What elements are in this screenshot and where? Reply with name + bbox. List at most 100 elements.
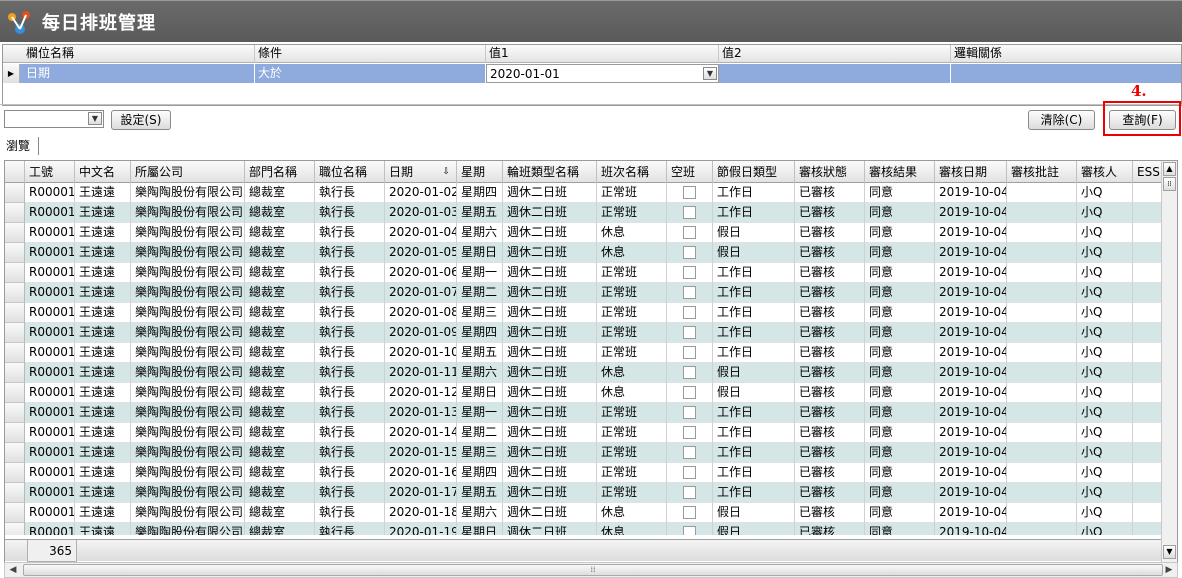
horizontal-scrollbar[interactable]: ◀ ⁞⁞ ▶ (4, 562, 1178, 578)
empty-shift-checkbox[interactable] (683, 266, 696, 279)
table-row[interactable]: R00001 王遠遠 樂陶陶股份有限公司 總裁室 執行長 2020-01-19 星期日 週休二… (5, 523, 1165, 535)
row-selector[interactable] (5, 403, 25, 423)
row-selector[interactable] (5, 303, 25, 323)
row-selector[interactable] (5, 483, 25, 503)
col-header-review-note[interactable]: 審核批註 (1007, 161, 1077, 183)
row-selector[interactable] (5, 323, 25, 343)
empty-shift-checkbox[interactable] (683, 286, 696, 299)
empty-shift-checkbox[interactable] (683, 386, 696, 399)
table-row[interactable]: R00001 王遠遠 樂陶陶股份有限公司 總裁室 執行長 2020-01-13 星期一 週休二… (5, 403, 1165, 423)
table-row[interactable]: R00001 王遠遠 樂陶陶股份有限公司 總裁室 執行長 2020-01-03 星期五 週休二… (5, 203, 1165, 223)
col-header-review-result[interactable]: 審核結果 (865, 161, 935, 183)
table-row[interactable]: R00001 王遠遠 樂陶陶股份有限公司 總裁室 執行長 2020-01-18 星期六 週休二… (5, 503, 1165, 523)
table-row[interactable]: R00001 王遠遠 樂陶陶股份有限公司 總裁室 執行長 2020-01-17 星期五 週休二… (5, 483, 1165, 503)
table-row[interactable]: R00001 王遠遠 樂陶陶股份有限公司 總裁室 執行長 2020-01-15 星期三 週休二… (5, 443, 1165, 463)
tab-browse[interactable]: 瀏覽 (6, 137, 40, 155)
cell-emp-id: R00001 (25, 443, 75, 463)
vertical-scrollbar[interactable]: ▲ ⁞⁞ ▼ (1161, 161, 1177, 563)
col-header-company[interactable]: 所屬公司 (131, 161, 245, 183)
scroll-thumb[interactable]: ⁞⁞ (23, 564, 1163, 576)
cell-empty-shift (667, 443, 713, 463)
table-row[interactable]: R00001 王遠遠 樂陶陶股份有限公司 總裁室 執行長 2020-01-07 星期二 週休二… (5, 283, 1165, 303)
col-header-shift-name[interactable]: 班次名稱 (597, 161, 667, 183)
col-header-holiday-type[interactable]: 節假日類型 (713, 161, 795, 183)
row-selector[interactable] (5, 203, 25, 223)
col-header-dept[interactable]: 部門名稱 (245, 161, 315, 183)
cell-company: 樂陶陶股份有限公司 (131, 503, 245, 523)
scroll-up-icon[interactable]: ▲ (1163, 162, 1176, 176)
table-row[interactable]: R00001 王遠遠 樂陶陶股份有限公司 總裁室 執行長 2020-01-02 星期四 週休二… (5, 183, 1165, 203)
col-header-weekday[interactable]: 星期 (457, 161, 503, 183)
empty-shift-checkbox[interactable] (683, 466, 696, 479)
empty-shift-checkbox[interactable] (683, 446, 696, 459)
table-row[interactable]: R00001 王遠遠 樂陶陶股份有限公司 總裁室 執行長 2020-01-16 星期四 週休二… (5, 463, 1165, 483)
row-selector[interactable] (5, 183, 25, 203)
scroll-down-icon[interactable]: ▼ (1163, 545, 1176, 559)
row-selector[interactable] (5, 443, 25, 463)
chevron-down-icon[interactable]: ▼ (703, 67, 717, 80)
empty-shift-checkbox[interactable] (683, 206, 696, 219)
row-selector[interactable] (5, 283, 25, 303)
col-header-review-status[interactable]: 審核狀態 (795, 161, 865, 183)
empty-shift-checkbox[interactable] (683, 526, 696, 535)
col-header-date[interactable]: 日期 ⇩ (385, 161, 457, 183)
empty-shift-checkbox[interactable] (683, 506, 696, 519)
row-selector[interactable] (5, 243, 25, 263)
chevron-down-icon[interactable]: ▼ (88, 112, 102, 125)
row-selector[interactable] (5, 343, 25, 363)
cond-field-cell[interactable]: 日期 (23, 64, 255, 83)
cond-op-cell[interactable]: 大於 (255, 64, 486, 83)
cell-shift-type: 週休二日班 (503, 503, 597, 523)
row-selector[interactable] (5, 383, 25, 403)
cond-logic-cell[interactable] (951, 64, 1181, 83)
scroll-right-icon[interactable]: ▶ (1162, 564, 1176, 576)
col-header-name[interactable]: 中文名 (75, 161, 131, 183)
table-row[interactable]: R00001 王遠遠 樂陶陶股份有限公司 總裁室 執行長 2020-01-04 星期六 週休二… (5, 223, 1165, 243)
set-button[interactable]: 設定(S) (111, 110, 171, 130)
cond-value2-cell[interactable] (719, 64, 951, 83)
cond-value1-select[interactable]: 2020-01-01 ▼ (486, 64, 719, 83)
row-selector[interactable] (5, 463, 25, 483)
col-header-review-date[interactable]: 審核日期 (935, 161, 1007, 183)
empty-shift-checkbox[interactable] (683, 306, 696, 319)
row-selector[interactable] (5, 223, 25, 243)
condition-row[interactable]: 日期 大於 2020-01-01 ▼ (3, 64, 1181, 83)
table-row[interactable]: R00001 王遠遠 樂陶陶股份有限公司 總裁室 執行長 2020-01-06 星期一 週休二… (5, 263, 1165, 283)
empty-shift-checkbox[interactable] (683, 226, 696, 239)
empty-shift-checkbox[interactable] (683, 186, 696, 199)
grip-icon[interactable]: ⁞⁞ (1163, 177, 1176, 191)
cell-dept: 總裁室 (245, 443, 315, 463)
col-header-emp-id[interactable]: 工號 (25, 161, 75, 183)
empty-shift-checkbox[interactable] (683, 406, 696, 419)
col-header-shift-type[interactable]: 輪班類型名稱 (503, 161, 597, 183)
empty-shift-checkbox[interactable] (683, 426, 696, 439)
cell-shift-name: 正常班 (597, 183, 667, 203)
col-header-empty-shift[interactable]: 空班 (667, 161, 713, 183)
row-selector[interactable] (5, 503, 25, 523)
clear-button[interactable]: 清除(C) (1028, 110, 1095, 130)
table-row[interactable]: R00001 王遠遠 樂陶陶股份有限公司 總裁室 執行長 2020-01-14 星期二 週休二… (5, 423, 1165, 443)
empty-shift-checkbox[interactable] (683, 346, 696, 359)
col-header-position[interactable]: 職位名稱 (315, 161, 385, 183)
row-selector[interactable] (5, 423, 25, 443)
table-row[interactable]: R00001 王遠遠 樂陶陶股份有限公司 總裁室 執行長 2020-01-08 星期三 週休二… (5, 303, 1165, 323)
table-row[interactable]: R00001 王遠遠 樂陶陶股份有限公司 總裁室 執行長 2020-01-11 星期六 週休二… (5, 363, 1165, 383)
preset-combo[interactable]: ▼ (4, 110, 104, 128)
row-selector[interactable] (5, 523, 25, 535)
cell-weekday: 星期日 (457, 523, 503, 535)
scroll-left-icon[interactable]: ◀ (6, 564, 20, 576)
row-selector[interactable] (5, 363, 25, 383)
col-header-label: 所屬公司 (135, 165, 184, 179)
table-row[interactable]: R00001 王遠遠 樂陶陶股份有限公司 總裁室 執行長 2020-01-05 星期日 週休二… (5, 243, 1165, 263)
empty-shift-checkbox[interactable] (683, 246, 696, 259)
col-header-reviewer[interactable]: 審核人 (1077, 161, 1133, 183)
cell-name: 王遠遠 (75, 363, 131, 383)
cell-review-result: 同意 (865, 443, 935, 463)
table-row[interactable]: R00001 王遠遠 樂陶陶股份有限公司 總裁室 執行長 2020-01-10 星期五 週休二… (5, 343, 1165, 363)
empty-shift-checkbox[interactable] (683, 366, 696, 379)
row-selector[interactable] (5, 263, 25, 283)
empty-shift-checkbox[interactable] (683, 486, 696, 499)
table-row[interactable]: R00001 王遠遠 樂陶陶股份有限公司 總裁室 執行長 2020-01-12 星期日 週休二… (5, 383, 1165, 403)
table-row[interactable]: R00001 王遠遠 樂陶陶股份有限公司 總裁室 執行長 2020-01-09 星期四 週休二… (5, 323, 1165, 343)
empty-shift-checkbox[interactable] (683, 326, 696, 339)
